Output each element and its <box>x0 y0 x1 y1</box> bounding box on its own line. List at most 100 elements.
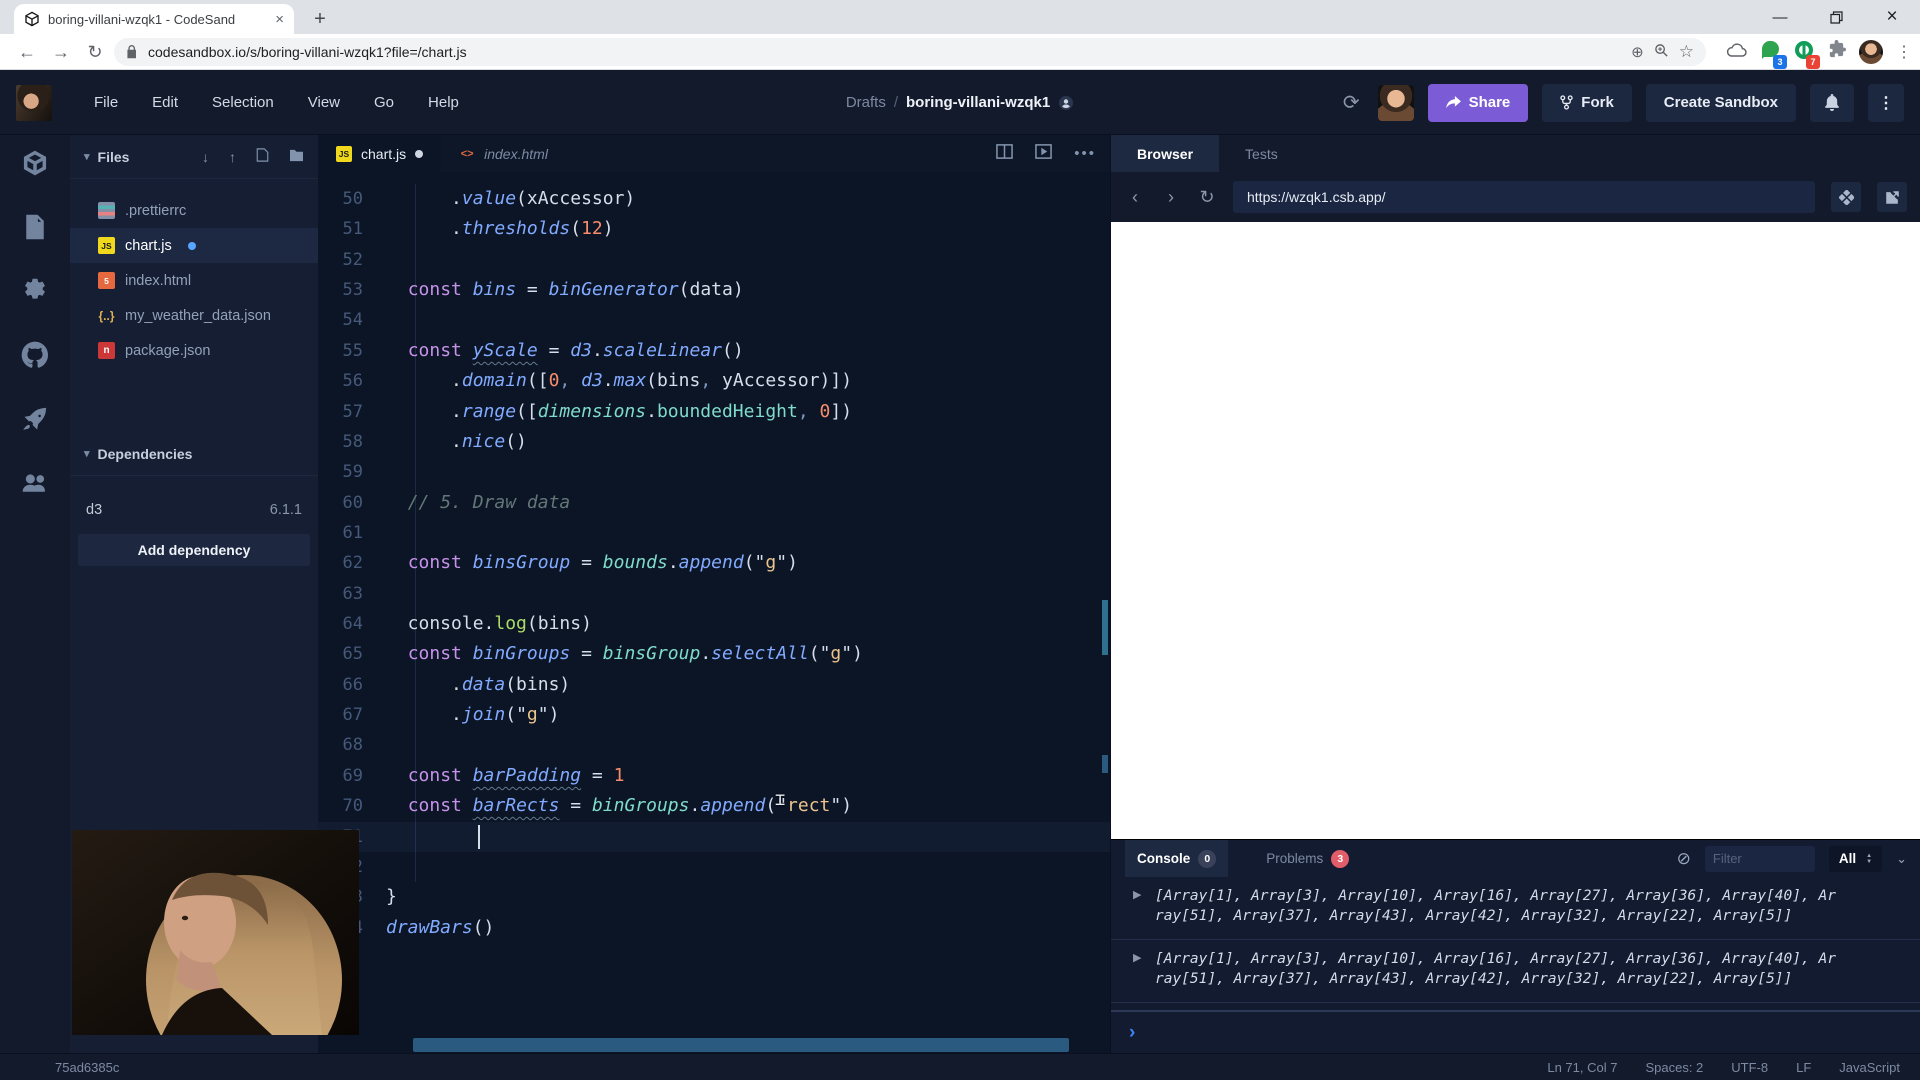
bookmark-star-icon[interactable]: ☆ <box>1679 42 1694 62</box>
address-bar[interactable]: codesandbox.io/s/boring-villani-wzqk1?fi… <box>114 38 1706 66</box>
chat-extension-icon[interactable]: 3 <box>1761 40 1787 69</box>
files-panel-header[interactable]: ▾ Files ↓ ↑ <box>70 135 318 179</box>
search-zoom-icon[interactable] <box>1654 43 1669 62</box>
breadcrumb-drafts-link[interactable]: Drafts <box>846 94 886 111</box>
code-line-52[interactable]: 52 <box>318 245 1110 275</box>
code-line-69[interactable]: 69 const barPadding = 1 <box>318 761 1110 791</box>
privacy-globe-icon[interactable] <box>1058 95 1074 111</box>
file-explorer-icon[interactable] <box>21 213 49 241</box>
github-icon[interactable] <box>21 341 49 369</box>
fork-button[interactable]: Fork <box>1542 83 1632 122</box>
dependency-d3[interactable]: d3 6.1.1 <box>70 476 318 518</box>
status-item[interactable]: Spaces: 2 <box>1645 1060 1703 1075</box>
horizontal-scrollbar[interactable] <box>413 1038 1069 1052</box>
open-in-new-window-icon[interactable] <box>1877 182 1907 212</box>
new-folder-icon[interactable] <box>289 149 304 165</box>
header-kebab-menu[interactable]: ⋮ <box>1868 83 1904 122</box>
settings-gear-icon[interactable] <box>21 277 49 305</box>
preview-back-icon[interactable]: ‹ <box>1125 187 1145 208</box>
menu-view[interactable]: View <box>308 94 340 111</box>
extensions-puzzle-icon[interactable] <box>1827 40 1846 64</box>
console-tab[interactable]: Console 0 <box>1125 840 1229 877</box>
browser-menu-kebab-icon[interactable]: ⋮ <box>1896 42 1912 62</box>
status-item[interactable]: JavaScript <box>1839 1060 1900 1075</box>
status-item[interactable]: Ln 71, Col 7 <box>1547 1060 1617 1075</box>
code-line-50[interactable]: 50 .value(xAccessor) <box>318 184 1110 214</box>
code-line-68[interactable]: 68 <box>318 730 1110 760</box>
file-item-my_weather_data.json[interactable]: {..} my_weather_data.json <box>70 298 318 333</box>
log-level-dropdown[interactable]: All ▲ ▼ <box>1828 845 1883 872</box>
code-line-60[interactable]: 60 // 5. Draw data <box>318 488 1110 518</box>
expand-triangle-icon[interactable]: ▶ <box>1133 888 1141 901</box>
code-line-67[interactable]: 67 .join("g") <box>318 700 1110 730</box>
menu-edit[interactable]: Edit <box>152 94 178 111</box>
preview-tab-tests[interactable]: Tests <box>1219 135 1304 172</box>
upload-icon[interactable]: ↑ <box>229 149 236 165</box>
status-item[interactable]: LF <box>1796 1060 1811 1075</box>
deployment-rocket-icon[interactable] <box>21 405 49 433</box>
code-line-66[interactable]: 66 .data(bins) <box>318 670 1110 700</box>
close-window-button[interactable]: × <box>1864 0 1920 34</box>
code-line-72[interactable]: 72 <box>318 852 1110 882</box>
console-input-row[interactable]: › <box>1111 1010 1920 1053</box>
code-line-53[interactable]: 53 const bins = binGenerator(data) <box>318 275 1110 305</box>
code-line-62[interactable]: 62 const binsGroup = bounds.append("g") <box>318 548 1110 578</box>
dependencies-header[interactable]: ▾ Dependencies <box>70 432 318 476</box>
collapse-console-icon[interactable]: ⌄ <box>1896 851 1907 867</box>
code-line-55[interactable]: 55 const yScale = d3.scaleLinear() <box>318 336 1110 366</box>
live-collaborate-icon[interactable] <box>21 469 49 497</box>
code-line-56[interactable]: 56 .domain([0, d3.max(bins, yAccessor)]) <box>318 366 1110 396</box>
preview-viewport[interactable] <box>1111 222 1920 839</box>
menu-help[interactable]: Help <box>428 94 459 111</box>
workspace-logo-avatar[interactable] <box>16 85 52 121</box>
code-line-65[interactable]: 65 const binGroups = binsGroup.selectAll… <box>318 639 1110 669</box>
code-line-71[interactable]: 71 <box>318 821 1110 852</box>
browser-profile-avatar[interactable] <box>1859 40 1883 64</box>
more-actions-icon[interactable]: ••• <box>1074 145 1096 162</box>
tab-close-icon[interactable]: × <box>275 11 284 28</box>
add-dependency-button[interactable]: Add dependency <box>78 534 310 566</box>
file-item-chart.js[interactable]: JS chart.js <box>70 228 318 263</box>
code-line-57[interactable]: 57 .range([dimensions.boundedHeight, 0]) <box>318 397 1110 427</box>
file-item-.prettierrc[interactable]: .prettierrc <box>70 193 318 228</box>
new-tab-button[interactable]: + <box>308 7 332 31</box>
reload-icon[interactable]: ↻ <box>82 39 108 65</box>
code-line-70[interactable]: 70 const barRects = binGroups.append("re… <box>318 791 1110 821</box>
new-file-icon[interactable] <box>256 148 269 165</box>
preview-reload-icon[interactable]: ↻ <box>1197 187 1217 208</box>
ring-extension-icon[interactable]: 7 <box>1794 40 1820 69</box>
sandbox-info-cube-icon[interactable] <box>21 149 49 177</box>
preview-address-bar[interactable]: https://wzqk1.csb.app/ <box>1233 181 1815 213</box>
problems-tab[interactable]: Problems 3 <box>1254 840 1361 877</box>
clear-console-icon[interactable]: ⊘ <box>1677 849 1691 869</box>
preview-forward-icon[interactable]: › <box>1161 187 1181 208</box>
download-icon[interactable]: ↓ <box>202 149 209 165</box>
code-line-74[interactable]: 74drawBars() <box>318 913 1110 943</box>
status-item[interactable]: UTF-8 <box>1731 1060 1768 1075</box>
code-line-59[interactable]: 59 <box>318 457 1110 487</box>
create-sandbox-button[interactable]: Create Sandbox <box>1645 83 1796 122</box>
code-line-61[interactable]: 61 <box>318 518 1110 548</box>
code-area[interactable]: 50 .value(xAccessor) 51 .thresholds(12) 52… <box>318 172 1110 1053</box>
open-preview-icon[interactable] <box>1035 143 1053 165</box>
notifications-button[interactable] <box>1810 83 1854 122</box>
code-line-73[interactable]: 73} <box>318 882 1110 912</box>
share-button[interactable]: Share <box>1427 83 1529 122</box>
console-filter-input[interactable] <box>1704 845 1815 872</box>
console-log-entry-1[interactable]: ▶ [Array[1], Array[3], Array[10], Array[1… <box>1111 877 1920 940</box>
code-line-51[interactable]: 51 .thresholds(12) <box>318 214 1110 244</box>
editor-tab-chart.js[interactable]: JS chart.js <box>318 135 442 172</box>
menu-selection[interactable]: Selection <box>212 94 274 111</box>
expand-triangle-icon[interactable]: ▶ <box>1133 951 1141 964</box>
code-line-64[interactable]: 64 console.log(bins) <box>318 609 1110 639</box>
code-line-63[interactable]: 63 <box>318 579 1110 609</box>
forward-icon[interactable]: → <box>48 39 74 65</box>
browser-tab[interactable]: boring-villani-wzqk1 - CodeSand × <box>14 4 294 34</box>
code-line-58[interactable]: 58 .nice() <box>318 427 1110 457</box>
zoom-icon[interactable]: ⊕ <box>1631 43 1644 61</box>
split-view-icon[interactable] <box>996 143 1014 165</box>
file-item-package.json[interactable]: n package.json <box>70 333 318 368</box>
menu-file[interactable]: File <box>94 94 118 111</box>
menu-go[interactable]: Go <box>374 94 394 111</box>
back-icon[interactable]: ← <box>14 39 40 65</box>
